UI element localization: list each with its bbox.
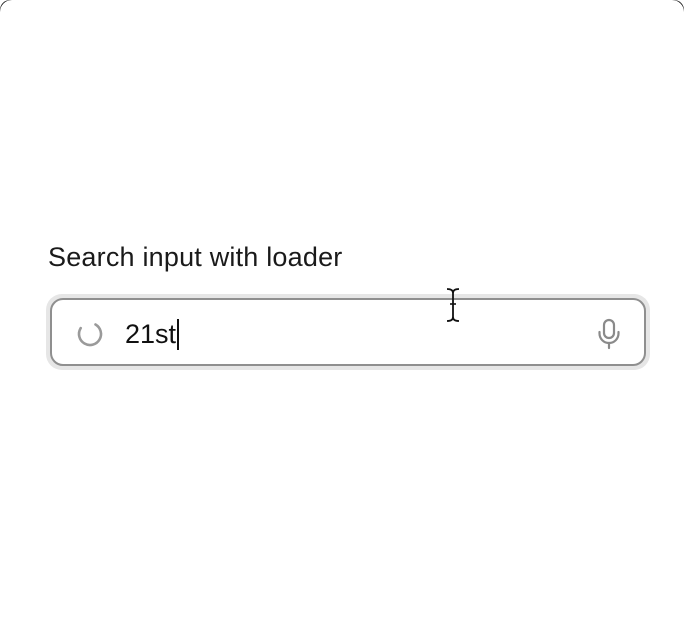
window-corner — [0, 0, 14, 14]
window-corner — [670, 0, 684, 14]
search-input-value[interactable]: 21st — [125, 317, 180, 351]
section-title: Search input with loader — [48, 242, 343, 272]
app-window: Search input with loader 21st — [0, 0, 684, 632]
search-focus-ring: 21st — [46, 294, 650, 370]
search-input-text: 21st — [125, 319, 177, 349]
microphone-icon[interactable] — [596, 318, 622, 350]
search-input[interactable]: 21st — [50, 298, 646, 366]
loader-spinner-icon — [77, 321, 103, 347]
text-caret — [177, 318, 180, 350]
search-section: Search input with loader 21st — [46, 240, 650, 370]
